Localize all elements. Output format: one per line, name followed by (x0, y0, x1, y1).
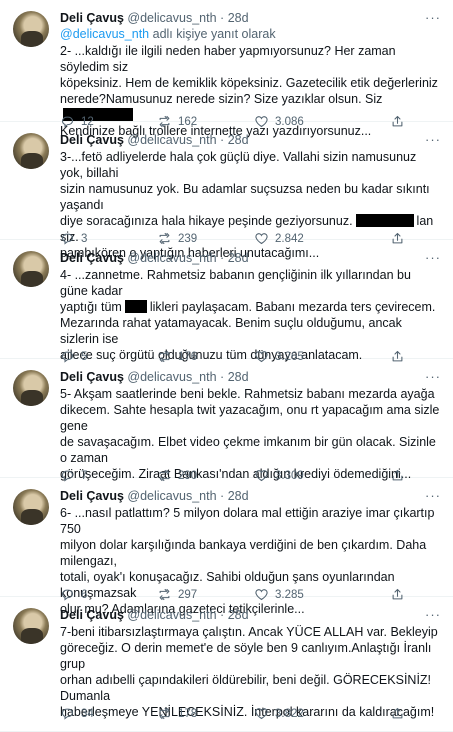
tweet-header: Deli Çavuş @delicavus_nth · 28d (60, 369, 441, 385)
tweet[interactable]: Deli Çavuş @delicavus_nth · 28d ··· @del… (0, 0, 453, 138)
redaction-bar (355, 214, 414, 227)
display-name[interactable]: Deli Çavuş (60, 370, 124, 384)
tweet-text-line: 7-beni itibarsızlaştırmaya çalıştın. Anc… (60, 625, 438, 639)
reply-to-handle[interactable]: @delicavus_nth (60, 27, 149, 41)
tweet-thread: Deli Çavuş @delicavus_nth · 28d ··· @del… (0, 0, 453, 732)
tweet-text-line: 3-...fetö adliyelerde hala çok güçlü diy… (60, 150, 417, 180)
tweet-text-line: 4- ...zannetme. Rahmetsiz babanın gençli… (60, 268, 411, 298)
reply-context-label: adlı kişiye yanıt olarak (152, 27, 276, 41)
handle[interactable]: @delicavus_nth (127, 608, 216, 622)
tweet-text-line: köpeksiniz. Hem de kemiklik köpeksiniz. … (60, 76, 438, 90)
tweet-header: Deli Çavuş @delicavus_nth · 28d (60, 250, 441, 266)
retweet-count: 178 (178, 707, 198, 720)
display-name[interactable]: Deli Çavuş (60, 608, 124, 622)
more-icon[interactable]: ··· (425, 607, 441, 622)
separator-dot: · (220, 11, 225, 25)
timestamp[interactable]: 28d (228, 251, 249, 265)
separator-dot: · (220, 370, 225, 384)
tweet[interactable]: Deli Çavuş @delicavus_nth · 28d ··· 7-be… (0, 597, 453, 732)
like-icon (255, 708, 268, 720)
tweet-actions: 34 178 3.822 (60, 706, 360, 722)
tweet-text-line: dikecem. Sahte hesapla twit yazacağım, o… (60, 403, 440, 433)
display-name[interactable]: Deli Çavuş (60, 133, 124, 147)
share-icon[interactable] (390, 706, 405, 721)
separator-dot: · (220, 251, 225, 265)
timestamp[interactable]: 28d (228, 133, 249, 147)
tweet-header: Deli Çavuş @delicavus_nth · 28d (60, 132, 441, 148)
tweet-header: Deli Çavuş @delicavus_nth · 28d (60, 488, 441, 504)
tweet-body: Deli Çavuş @delicavus_nth · 28d ··· 7-be… (60, 607, 441, 720)
separator-dot: · (220, 608, 225, 622)
avatar[interactable] (13, 370, 49, 406)
tweet-text-line: orhan adıbelli çapındakileri öldürebilir… (60, 673, 432, 703)
reply-count: 34 (81, 707, 94, 720)
handle[interactable]: @delicavus_nth (127, 370, 216, 384)
redaction-bar (124, 300, 147, 313)
tweet-text-line: Mezarında rahat yatamayacak. Benim suçlu… (60, 316, 402, 346)
tweet-text-line: yaptığı tüm likleri paylaşacam. Babanı me… (60, 300, 436, 314)
avatar[interactable] (13, 251, 49, 287)
tweet-header: Deli Çavuş @delicavus_nth · 28d (60, 10, 441, 26)
tweet-body: Deli Çavuş @delicavus_nth · 28d ··· 4- .… (60, 250, 441, 363)
avatar[interactable] (13, 11, 49, 47)
more-icon[interactable]: ··· (425, 250, 441, 265)
tweet-text-line: 2- ...kaldığı ile ilgili neden haber yap… (60, 44, 396, 74)
retweet-icon (159, 707, 170, 720)
tweet-header: Deli Çavuş @delicavus_nth · 28d (60, 607, 441, 623)
tweet-text-line: 5- Akşam saatlerinde beni bekle. Rahmets… (60, 387, 435, 401)
tweet-text-line: göreceğiz. O derin memet'e de söyle ben … (60, 641, 432, 671)
tweet[interactable]: Deli Çavuş @delicavus_nth · 28d ··· 4- .… (0, 240, 453, 363)
display-name[interactable]: Deli Çavuş (60, 251, 124, 265)
display-name[interactable]: Deli Çavuş (60, 489, 124, 503)
avatar[interactable] (13, 608, 49, 644)
tweet[interactable]: Deli Çavuş @delicavus_nth · 28d ··· 5- A… (0, 359, 453, 482)
avatar[interactable] (13, 489, 49, 525)
tweet[interactable]: Deli Çavuş @delicavus_nth · 28d ··· 6- .… (0, 478, 453, 616)
tweet-text-line: 6- ...nasıl patlattım? 5 milyon dolara m… (60, 506, 435, 536)
separator-dot: · (220, 133, 225, 147)
tweet[interactable]: Deli Çavuş @delicavus_nth · 28d ··· 3-..… (0, 122, 453, 260)
reply-icon (61, 708, 74, 720)
display-name[interactable]: Deli Çavuş (60, 11, 124, 25)
separator-dot: · (220, 489, 225, 503)
more-icon[interactable]: ··· (425, 132, 441, 147)
tweet-text-line: de savaşacağım. Elbet video çekme imkanı… (60, 435, 436, 465)
tweet-body: Deli Çavuş @delicavus_nth · 28d ··· 5- A… (60, 369, 441, 482)
handle[interactable]: @delicavus_nth (127, 251, 216, 265)
tweet-text-line: milyon dolar karşılığında bankaya verdiğ… (60, 538, 427, 568)
timestamp[interactable]: 28d (228, 489, 249, 503)
handle[interactable]: @delicavus_nth (127, 489, 216, 503)
more-icon[interactable]: ··· (425, 369, 441, 384)
tweet-text-line: sizin namusunuz yok. Bu adamlar suçsuzsa… (60, 182, 430, 212)
timestamp[interactable]: 28d (228, 370, 249, 384)
reply-button[interactable]: 34 (60, 706, 94, 721)
more-icon[interactable]: ··· (425, 10, 441, 25)
more-icon[interactable]: ··· (425, 488, 441, 503)
like-button[interactable]: 3.822 (254, 706, 304, 721)
handle[interactable]: @delicavus_nth (127, 133, 216, 147)
timestamp[interactable]: 28d (228, 608, 249, 622)
avatar[interactable] (13, 133, 49, 169)
timestamp[interactable]: 28d (228, 11, 249, 25)
handle[interactable]: @delicavus_nth (127, 11, 216, 25)
retweet-button[interactable]: 178 (157, 706, 197, 721)
reply-context: @delicavus_nth adlı kişiye yanıt olarak (60, 26, 441, 42)
like-count: 3.822 (275, 707, 304, 720)
